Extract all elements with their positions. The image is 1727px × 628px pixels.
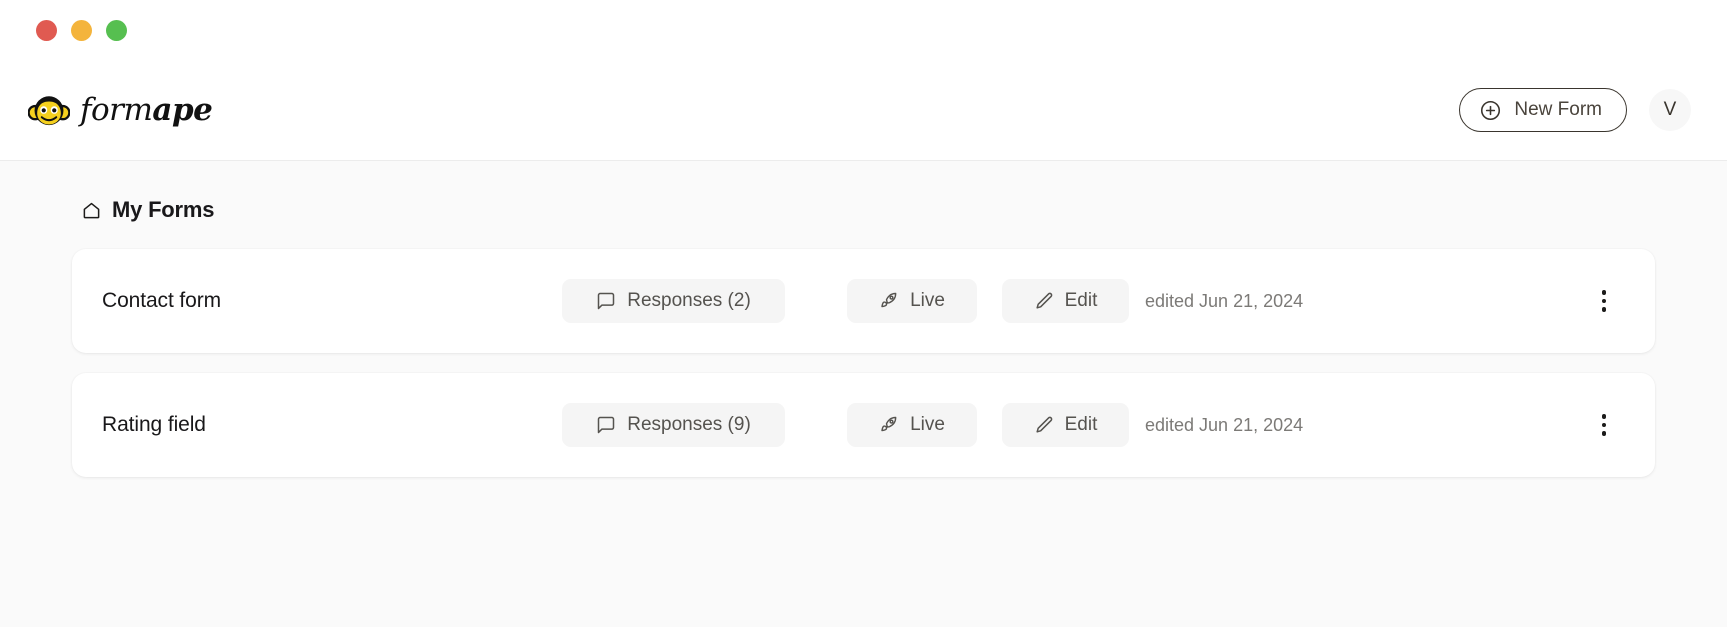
row-menu-button[interactable] <box>1587 281 1621 321</box>
brand-logo[interactable]: formape <box>28 89 213 131</box>
rocket-icon <box>881 292 897 308</box>
row-menu-button[interactable] <box>1587 405 1621 445</box>
edit-button[interactable]: Edit <box>1002 403 1129 447</box>
avatar-initial: V <box>1663 99 1677 120</box>
edit-button[interactable]: Edit <box>1002 279 1129 323</box>
form-name[interactable]: Rating field <box>102 413 562 437</box>
app-header: formape New Form V <box>0 60 1727 161</box>
status-badge[interactable]: Live <box>847 403 977 447</box>
pencil-icon <box>1036 292 1052 309</box>
new-form-button-label: New Form <box>1514 99 1602 120</box>
header-actions: New Form V <box>1459 88 1691 132</box>
window-chrome <box>0 0 1727 60</box>
table-row[interactable]: Rating field Responses (9) Live Edit edi… <box>72 373 1655 477</box>
edit-button-label: Edit <box>1064 414 1098 435</box>
message-square-icon <box>597 292 615 310</box>
table-row[interactable]: Contact form Responses (2) Live Edit edi… <box>72 249 1655 353</box>
more-vertical-icon-dot <box>1601 290 1607 295</box>
status-badge-label: Live <box>910 290 945 311</box>
responses-button-label: Responses (2) <box>627 290 751 311</box>
brand-word-first: form <box>80 92 153 128</box>
more-vertical-icon-dot <box>1601 422 1607 428</box>
window-close-button[interactable] <box>36 19 57 41</box>
responses-button-label: Responses (9) <box>627 414 751 435</box>
responses-button[interactable]: Responses (9) <box>562 403 785 447</box>
home-icon[interactable] <box>82 201 101 220</box>
more-vertical-icon-dot <box>1601 431 1607 436</box>
window-minimize-button[interactable] <box>71 19 92 41</box>
status-badge[interactable]: Live <box>847 279 977 323</box>
breadcrumb: My Forms <box>72 197 1655 223</box>
forms-list: Contact form Responses (2) Live Edit edi… <box>72 249 1655 477</box>
avatar[interactable]: V <box>1649 89 1691 131</box>
message-square-icon <box>597 416 615 434</box>
monkey-face-icon <box>28 96 70 126</box>
brand-wordmark: formape <box>80 92 213 128</box>
form-name[interactable]: Contact form <box>102 289 562 313</box>
plus-circle-icon <box>1481 100 1501 120</box>
new-form-button[interactable]: New Form <box>1459 88 1627 132</box>
page-body: My Forms Contact form Responses (2) Live <box>0 161 1727 627</box>
edited-timestamp: edited Jun 21, 2024 <box>1145 414 1304 435</box>
window-zoom-button[interactable] <box>106 19 127 41</box>
rocket-icon <box>881 416 897 432</box>
more-vertical-icon-dot <box>1601 307 1607 312</box>
status-badge-label: Live <box>910 414 945 435</box>
brand-word-second: ape <box>152 92 213 128</box>
page-title: My Forms <box>112 197 215 222</box>
edited-timestamp: edited Jun 21, 2024 <box>1145 290 1304 311</box>
more-vertical-icon-dot <box>1601 414 1607 419</box>
pencil-icon <box>1036 416 1052 433</box>
more-vertical-icon-dot <box>1601 298 1607 304</box>
responses-button[interactable]: Responses (2) <box>562 279 785 323</box>
edit-button-label: Edit <box>1064 290 1098 311</box>
